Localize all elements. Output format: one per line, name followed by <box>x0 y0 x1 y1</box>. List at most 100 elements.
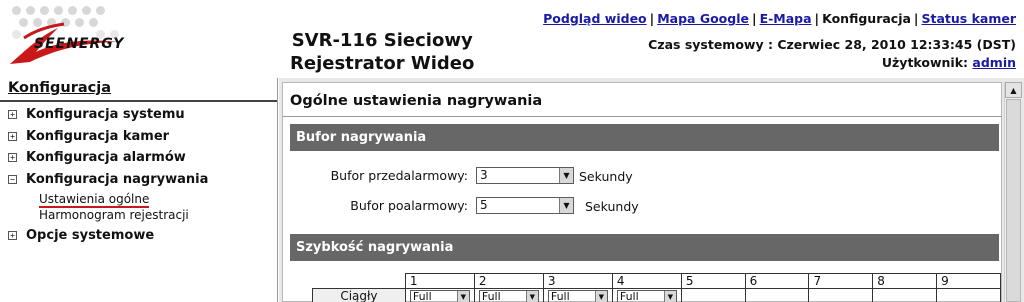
column-header: 2 <box>473 273 544 289</box>
rate-select-ch1[interactable]: Full ▼ <box>409 290 470 302</box>
system-time-label: Czas systemowy : <box>648 37 773 52</box>
nav-live-view-link[interactable]: Podgląd wideo <box>543 11 647 26</box>
tree-item-alarm-config[interactable]: + Konfiguracja alarmów <box>8 147 208 169</box>
column-header: 4 <box>611 273 682 289</box>
table-header-row: 1 2 3 4 5 6 7 8 9 <box>312 273 1001 289</box>
rate-cell: Full ▼ <box>611 288 682 302</box>
content-area: Ogólne ustawienia nagrywania Bufor nagry… <box>282 82 1002 302</box>
subtree-item-general-settings[interactable]: Ustawienia ogólne <box>39 188 208 208</box>
select-value: Full <box>550 290 570 302</box>
sidebar-divider <box>0 100 277 102</box>
nav-emap-link[interactable]: E-Mapa <box>760 11 812 26</box>
sidebar: Konfiguracja + Konfiguracja systemu + Ko… <box>0 78 278 302</box>
scrollbar-thumb[interactable] <box>1006 99 1021 302</box>
dropdown-arrow-icon[interactable]: ▼ <box>525 291 538 302</box>
expand-plus-icon[interactable]: + <box>8 131 17 141</box>
post-alarm-buffer-select[interactable]: 5 ▼ <box>476 197 574 214</box>
page-title: Ogólne ustawienia nagrywania <box>290 93 543 109</box>
pre-alarm-buffer-select[interactable]: 3 ▼ <box>476 167 574 184</box>
column-header: 3 <box>542 273 613 289</box>
nav-separator: | <box>751 11 757 26</box>
nav-separator: | <box>649 11 655 26</box>
subtree-item-label[interactable]: Ustawienia ogólne <box>39 192 150 208</box>
tree-item-label[interactable]: Konfiguracja systemu <box>26 107 185 122</box>
post-alarm-buffer-unit: Sekundy <box>585 199 639 214</box>
vertical-scrollbar[interactable]: ▲ <box>1004 82 1022 302</box>
rate-cell: Full ▼ <box>404 288 475 302</box>
system-time-value: Czerwiec 28, 2010 12:33:45 (DST) <box>777 37 1016 52</box>
collapse-minus-icon[interactable]: − <box>8 174 17 184</box>
dropdown-arrow-icon[interactable]: ▼ <box>559 168 573 183</box>
page-title-divider <box>283 116 1002 117</box>
scroll-up-arrow-icon[interactable]: ▲ <box>1005 82 1022 98</box>
select-value: Full <box>481 290 501 302</box>
subtree-item-recording-schedule[interactable]: Harmonogram rejestracji <box>39 208 208 223</box>
rate-select-ch4[interactable]: Full ▼ <box>616 290 677 302</box>
nav-separator: | <box>913 11 919 26</box>
rate-cell <box>936 288 1001 302</box>
current-user: Użytkownik: admin <box>882 55 1016 70</box>
expand-plus-icon[interactable]: + <box>8 110 17 120</box>
recording-rate-table: 1 2 3 4 5 6 7 8 9 Ciągły Full ▼ Full ▼ Ful… <box>312 273 1001 302</box>
rate-select-ch2[interactable]: Full ▼ <box>478 290 539 302</box>
select-value: 3 <box>480 168 488 182</box>
rate-cell: Full ▼ <box>542 288 613 302</box>
column-header: 8 <box>872 273 938 289</box>
user-admin-link[interactable]: admin <box>972 55 1016 70</box>
recording-subtree: Ustawienia ogólne Harmonogram rejestracj… <box>8 188 208 223</box>
logo-text: SEENERGY <box>34 36 125 52</box>
column-header: 5 <box>680 273 746 289</box>
tree-item-camera-config[interactable]: + Konfiguracja kamer <box>8 126 208 148</box>
post-alarm-buffer-label: Bufor poalarmowy: <box>350 198 468 213</box>
top-navigation: Podgląd wideo | Mapa Google | E-Mapa | Konfigu… <box>543 11 1016 26</box>
system-time: Czas systemowy : Czerwiec 28, 2010 12:33… <box>648 37 1016 52</box>
tree-item-label[interactable]: Konfiguracja kamer <box>26 129 169 144</box>
expand-plus-icon[interactable]: + <box>8 231 17 241</box>
row-label: Ciągły <box>312 288 406 302</box>
seenergy-logo: SEENERGY <box>6 4 156 70</box>
rate-cell <box>808 288 874 302</box>
tree-item-system-options[interactable]: + Opcje systemowe <box>8 225 208 247</box>
product-title-line2: Rejestrator Wideo <box>290 53 475 74</box>
tree-item-system-config[interactable]: + Konfiguracja systemu <box>8 104 208 126</box>
column-header: 7 <box>808 273 874 289</box>
config-tree: + Konfiguracja systemu + Konfiguracja ka… <box>8 104 208 247</box>
user-label: Użytkownik: <box>881 55 969 70</box>
column-header: 9 <box>936 273 1001 289</box>
nav-camera-status-link[interactable]: Status kamer <box>922 11 1017 26</box>
dropdown-arrow-icon[interactable]: ▼ <box>456 291 469 302</box>
table-row-continuous: Ciągły Full ▼ Full ▼ Full ▼ Full ▼ <box>312 288 1001 302</box>
product-title-line1: SVR-116 Sieciowy <box>291 30 473 51</box>
nav-google-map-link[interactable]: Mapa Google <box>657 11 749 26</box>
tree-item-label[interactable]: Konfiguracja alarmów <box>26 150 186 165</box>
rate-select-ch3[interactable]: Full ▼ <box>547 290 608 302</box>
tree-item-recording-config[interactable]: − Konfiguracja nagrywania <box>8 169 208 191</box>
nav-separator: | <box>814 11 820 26</box>
expand-plus-icon[interactable]: + <box>8 153 17 163</box>
select-value: Full <box>412 290 432 302</box>
table-corner-cell <box>312 273 406 289</box>
pre-alarm-buffer-label: Bufor przedalarmowy: <box>330 168 468 183</box>
rate-cell: Full ▼ <box>473 288 544 302</box>
header: SEENERGY SVR-116 Sieciowy Rejestrator Wi… <box>0 0 1024 78</box>
dropdown-arrow-icon[interactable]: ▼ <box>594 291 607 302</box>
main-panel: Ogólne ustawienia nagrywania Bufor nagry… <box>279 78 1024 302</box>
section-header-recording-rate: Szybkość nagrywania <box>290 234 999 261</box>
tree-item-label[interactable]: Konfiguracja nagrywania <box>26 172 208 187</box>
section-header-buffer: Bufor nagrywania <box>290 124 999 151</box>
recording-subtree-list: Ustawienia ogólne Harmonogram rejestracj… <box>39 188 208 223</box>
column-header: 6 <box>744 273 810 289</box>
rate-cell <box>872 288 938 302</box>
pre-alarm-buffer-unit: Sekundy <box>579 169 633 184</box>
nav-configuration-current: Konfiguracja <box>822 11 911 26</box>
column-header: 1 <box>404 273 475 289</box>
rate-cell <box>744 288 810 302</box>
select-value: Full <box>619 290 639 302</box>
sidebar-title[interactable]: Konfiguracja <box>8 80 111 96</box>
rate-cell <box>680 288 746 302</box>
dropdown-arrow-icon[interactable]: ▼ <box>663 291 676 302</box>
product-title: SVR-116 Sieciowy Rejestrator Wideo <box>290 29 474 75</box>
select-value: 5 <box>480 198 488 212</box>
dropdown-arrow-icon[interactable]: ▼ <box>559 198 573 213</box>
tree-item-label[interactable]: Opcje systemowe <box>26 228 154 243</box>
